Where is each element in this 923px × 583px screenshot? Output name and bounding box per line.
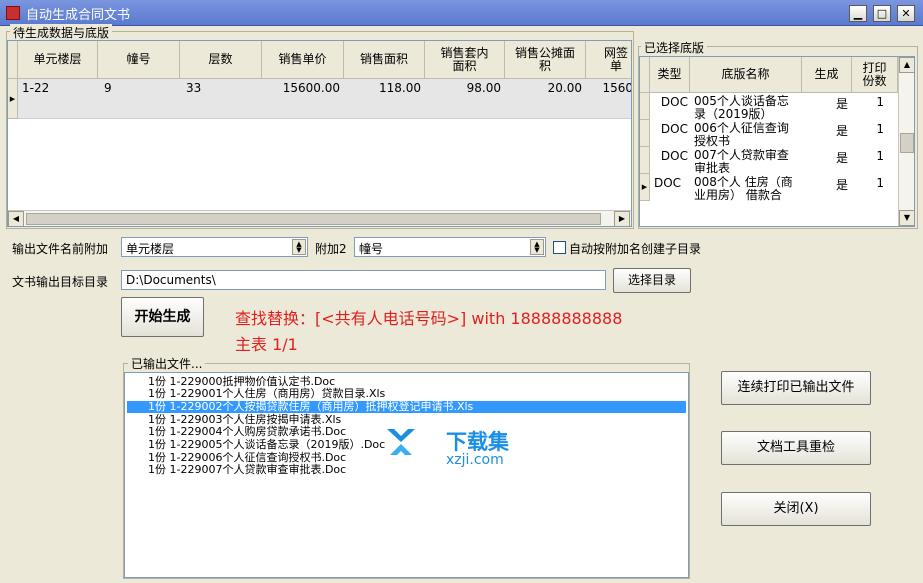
vertical-scrollbar[interactable]: ▲ ▼: [898, 57, 914, 226]
row-selector[interactable]: [640, 93, 650, 120]
list-item[interactable]: 1份 1-229007个人贷款审查审批表.Doc: [127, 464, 686, 476]
suffix2-combo[interactable]: 幢号 ▲ ▼: [354, 237, 546, 257]
close-button[interactable]: 关闭(X): [721, 492, 871, 526]
selected-templates-grid[interactable]: 类型 底版名称 生成 打印份数 DOC 005个人谈话备忘录（2019版） 是 …: [639, 56, 915, 227]
pending-group-title: 待生成数据与底版: [10, 24, 113, 41]
template-generate[interactable]: 是: [802, 149, 848, 166]
template-name[interactable]: 006个人征信查询授权书: [694, 122, 798, 148]
cell-net-sign[interactable]: 1560: [586, 81, 631, 95]
cell-unit-floor[interactable]: 1-22: [22, 81, 49, 95]
prefix-label: 输出文件名前附加: [12, 242, 109, 256]
row-selector[interactable]: [640, 147, 650, 174]
column-header[interactable]: 网签单: [586, 41, 631, 79]
start-button[interactable]: 开始生成: [121, 297, 204, 337]
spin-icon[interactable]: ▲ ▼: [530, 239, 544, 255]
column-header[interactable]: 类型: [650, 57, 690, 93]
suffix2-label: 附加2: [315, 242, 347, 256]
template-generate[interactable]: 是: [802, 176, 848, 193]
browse-button[interactable]: 选择目录: [613, 268, 691, 293]
template-name[interactable]: 005个人谈话备忘录（2019版）: [694, 95, 798, 121]
prefix-combo[interactable]: 单元楼层 ▲ ▼: [121, 237, 308, 257]
template-copies[interactable]: 1: [852, 149, 884, 163]
column-header[interactable]: 幢号: [98, 41, 180, 79]
list-item[interactable]: 1份 1-229001个人住房（商用房）贷款目录.Xls: [127, 388, 686, 400]
scroll-up-icon[interactable]: ▲: [899, 57, 914, 73]
template-copies[interactable]: 1: [852, 122, 884, 136]
template-type[interactable]: DOC: [650, 176, 688, 190]
column-header[interactable]: 层数: [180, 41, 262, 79]
cell-inner-area[interactable]: 98.00: [425, 81, 501, 95]
template-generate[interactable]: 是: [802, 122, 848, 139]
template-copies[interactable]: 1: [852, 176, 884, 190]
outdir-label: 文书输出目标目录: [12, 275, 109, 289]
output-group-title: 已输出文件...: [128, 355, 206, 372]
output-files-list[interactable]: 1份 1-229000抵押物价值认定书.Doc 1份 1-229001个人住房（…: [124, 372, 689, 578]
column-header[interactable]: 打印份数: [852, 57, 898, 93]
minimize-button[interactable]: ▁: [849, 5, 867, 22]
cell-floors[interactable]: 33: [186, 81, 201, 95]
grid-corner: [640, 57, 650, 93]
column-header[interactable]: 销售套内面积: [425, 41, 505, 79]
recheck-button[interactable]: 文档工具重检: [721, 431, 871, 465]
template-type[interactable]: DOC: [650, 149, 688, 163]
column-header[interactable]: 销售单价: [262, 41, 344, 79]
scroll-right-icon[interactable]: ▶: [614, 211, 630, 226]
template-generate[interactable]: 是: [802, 95, 848, 112]
template-copies[interactable]: 1: [852, 95, 884, 109]
window-title: 自动生成合同文书: [26, 8, 131, 23]
title-bar: 自动生成合同文书 ▁ □ ✕: [0, 0, 923, 26]
suffix2-value: 幢号: [359, 242, 384, 256]
scroll-thumb[interactable]: [26, 213, 601, 225]
column-header[interactable]: 底版名称: [690, 57, 802, 93]
scroll-left-icon[interactable]: ◀: [8, 211, 24, 226]
template-type[interactable]: DOC: [650, 95, 688, 109]
selected-group-title: 已选择底版: [641, 39, 708, 56]
row-pointer-icon[interactable]: ▶: [640, 174, 650, 201]
watermark-url: xzji.com: [446, 452, 504, 468]
auto-subdir-checkbox[interactable]: [553, 241, 566, 254]
template-type[interactable]: DOC: [650, 122, 688, 136]
grid-corner: [8, 41, 18, 79]
column-header[interactable]: 单元楼层: [18, 41, 98, 79]
horizontal-scrollbar[interactable]: ◀ ▶: [8, 210, 631, 226]
spin-icon[interactable]: ▲ ▼: [292, 239, 306, 255]
outdir-input[interactable]: D:\Documents\: [121, 270, 606, 290]
row-selector[interactable]: [640, 120, 650, 147]
cell-shared-area[interactable]: 20.00: [505, 81, 582, 95]
column-header[interactable]: 销售面积: [344, 41, 425, 79]
column-header[interactable]: 销售公摊面积: [505, 41, 586, 79]
watermark-logo: [384, 425, 418, 460]
print-all-button[interactable]: 连续打印已输出文件: [721, 371, 871, 405]
column-header[interactable]: 生成: [802, 57, 852, 93]
cell-unit-price[interactable]: 15600.00: [262, 81, 340, 95]
template-name[interactable]: 008个人 住房（商业用房） 借款合: [694, 176, 798, 202]
list-item-selected[interactable]: 1份 1-229002个人按揭贷款住房（商用房）抵押权登记申请书.Xls: [127, 401, 686, 413]
prefix-value: 单元楼层: [126, 242, 175, 256]
scroll-thumb[interactable]: [900, 133, 914, 153]
cell-area[interactable]: 118.00: [344, 81, 421, 95]
row-pointer-icon[interactable]: ▶: [8, 79, 18, 119]
template-name[interactable]: 007个人贷款审查审批表: [694, 149, 798, 175]
maximize-button[interactable]: □: [873, 5, 891, 22]
status-line-2: 主表 1/1: [235, 335, 298, 354]
scroll-down-icon[interactable]: ▼: [899, 210, 914, 226]
pending-data-grid[interactable]: 单元楼层 幢号 层数 销售单价 销售面积 销售套内面积 销售公摊面积 网签单 ▶…: [7, 40, 632, 227]
watermark-arrow-icon: [387, 429, 415, 455]
auto-subdir-label: 自动按附加名创建子目录: [569, 242, 702, 256]
close-window-button[interactable]: ✕: [897, 5, 915, 22]
status-line-1: 查找替换：[<共有人电话号码>] with 18888888888: [235, 309, 623, 328]
cell-building[interactable]: 9: [104, 81, 112, 95]
app-icon: [6, 6, 20, 20]
